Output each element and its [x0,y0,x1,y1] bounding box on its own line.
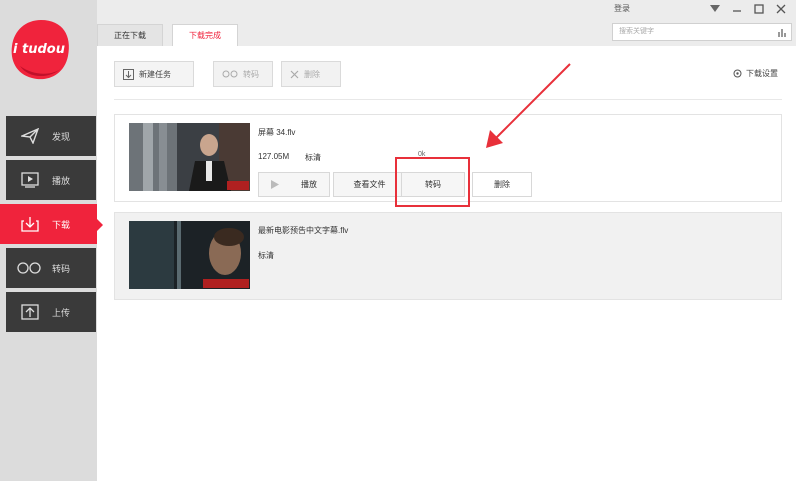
delete-toolbar-label: 删除 [304,69,320,79]
sidebar-item-label: 播放 [52,175,71,186]
new-task-button[interactable]: 新建任务 [114,61,194,87]
delete-x-icon [290,70,299,79]
tab-completed[interactable]: 下载完成 [172,24,238,46]
video-thumbnail-image [129,123,250,191]
upload-icon [20,303,40,321]
menu-chevron-icon[interactable] [706,1,724,17]
tab-downloading[interactable]: 正在下载 [97,24,163,46]
video-thumbnail[interactable] [129,123,250,191]
file-quality: 标清 [258,251,274,260]
search-stats-icon[interactable] [777,27,787,44]
highlight-box [395,157,470,207]
file-name: 屏幕 34.flv [258,128,296,137]
play-label: 播放 [301,180,317,189]
sidebar-item-download[interactable]: 下载 [0,204,103,246]
video-thumbnail-image [129,221,250,289]
maximize-icon[interactable] [750,1,768,17]
download-item[interactable]: 最新电影预告中文字幕.flv 标清 [114,212,782,300]
toolbar-divider [114,99,782,100]
video-thumbnail[interactable] [129,221,250,289]
infinity-icon [16,259,42,277]
download-settings-label: 下载设置 [746,69,778,78]
sidebar-item-discover[interactable]: 发现 [6,116,96,158]
download-icon [20,215,40,233]
sidebar-item-play[interactable]: 播放 [6,160,96,202]
search-input[interactable]: 搜索关键字 [612,23,792,41]
paper-plane-icon [20,127,40,145]
new-task-label: 新建任务 [139,69,171,79]
file-size: 127.05M [258,152,290,161]
sidebar-item-transcode[interactable]: 转码 [6,248,96,290]
logo-text: i tudou [13,42,65,57]
close-icon[interactable] [772,1,790,17]
sidebar-item-label: 上传 [52,307,71,318]
login-link[interactable]: 登录 [614,3,630,14]
download-settings-link[interactable]: 下载设置 [733,68,778,79]
play-icon [271,180,279,189]
transcode-toolbar-label: 转码 [243,69,259,79]
sidebar-item-label: 发现 [52,131,71,142]
sidebar-item-label: 转码 [52,263,71,274]
play-button[interactable]: 播放 [258,172,330,197]
search-placeholder: 搜索关键字 [619,28,654,35]
minimize-icon[interactable] [728,1,746,17]
play-screen-icon [20,171,40,189]
sidebar-item-label: 下载 [52,219,71,230]
transcode-toolbar-button[interactable]: 转码 [213,61,273,87]
file-name: 最新电影预告中文字幕.flv [258,226,349,235]
sidebar: i tudou 发现 播放 下载 转码 上传 [0,0,103,481]
sidebar-item-upload[interactable]: 上传 [6,292,96,334]
file-quality: 标清 [305,153,321,162]
settings-gear-icon [733,69,742,78]
delete-button[interactable]: 删除 [472,172,532,197]
infinity-icon [222,70,238,78]
new-task-icon [123,68,134,80]
delete-toolbar-button[interactable]: 删除 [281,61,341,87]
